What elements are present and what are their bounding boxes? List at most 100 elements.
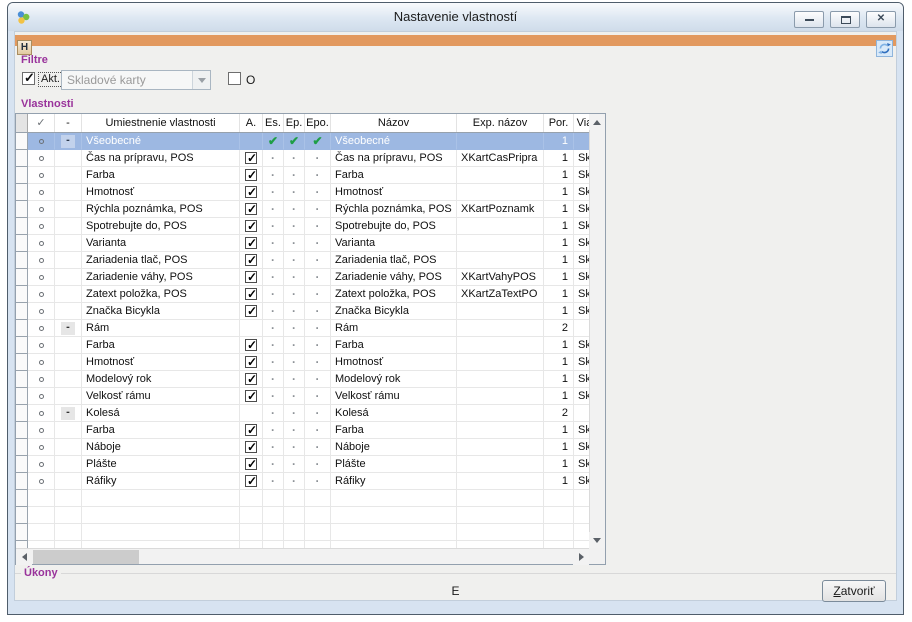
cell-a[interactable]	[240, 439, 263, 456]
grid-row[interactable]: Velkosť rámuVelkosť rámu1Skl	[16, 388, 589, 405]
active-checkbox[interactable]	[245, 203, 257, 215]
active-checkbox[interactable]	[245, 220, 257, 232]
horizontal-scrollbar[interactable]	[16, 548, 589, 564]
header-nazov[interactable]: Názov	[331, 114, 457, 132]
cell-a[interactable]	[240, 167, 263, 184]
header-rowhdr	[16, 114, 28, 132]
active-checkbox[interactable]	[245, 441, 257, 453]
cell-a[interactable]	[240, 286, 263, 303]
active-checkbox[interactable]	[245, 458, 257, 470]
active-checkbox[interactable]	[245, 237, 257, 249]
cell-a[interactable]	[240, 218, 263, 235]
grid-group-row[interactable]: -RámRám2	[16, 320, 589, 337]
close-dialog-button[interactable]: Zatvoriť	[822, 580, 886, 602]
active-checkbox[interactable]	[245, 373, 257, 385]
grid-row[interactable]: RáfikyRáfiky1Skl	[16, 473, 589, 490]
combo-dropdown-button[interactable]	[192, 71, 210, 89]
collapse-icon[interactable]: -	[61, 135, 75, 148]
header-place[interactable]: Umiestnenie vlastnosti	[82, 114, 240, 132]
header-a[interactable]: A.	[240, 114, 263, 132]
grid-row[interactable]: Rýchla poznámka, POSRýchla poznámka, POS…	[16, 201, 589, 218]
cell-a[interactable]	[240, 473, 263, 490]
grid-row[interactable]: Zariadenia tlač, POSZariadenia tlač, POS…	[16, 252, 589, 269]
cell-es	[263, 354, 284, 371]
cell-epo	[305, 286, 331, 303]
scroll-up-button[interactable]	[589, 114, 605, 130]
cell-a[interactable]	[240, 269, 263, 286]
o-checkbox-label[interactable]: O	[246, 73, 255, 87]
cell-a[interactable]	[240, 252, 263, 269]
active-checkbox[interactable]	[245, 186, 257, 198]
scroll-left-button[interactable]	[16, 549, 32, 565]
header-minus[interactable]: -	[55, 114, 82, 132]
grid-row[interactable]: Zariadenie váhy, POSZariadenie váhy, POS…	[16, 269, 589, 286]
scroll-down-button[interactable]	[589, 532, 605, 548]
active-checkbox[interactable]	[245, 390, 257, 402]
collapse-icon[interactable]: -	[61, 407, 75, 420]
grid-row[interactable]: FarbaFarba1Skl	[16, 167, 589, 184]
active-checkbox[interactable]	[245, 424, 257, 436]
grid-row[interactable]: Značka BicyklaZnačka Bicykla1Skl	[16, 303, 589, 320]
o-checkbox[interactable]	[228, 72, 241, 85]
cell-a[interactable]	[240, 150, 263, 167]
active-checkbox[interactable]	[245, 169, 257, 181]
cell-a[interactable]	[240, 388, 263, 405]
grid-row[interactable]: FarbaFarba1Skl	[16, 337, 589, 354]
header-por[interactable]: Por.	[544, 114, 574, 132]
active-checkbox[interactable]	[245, 475, 257, 487]
grid-row[interactable]: Spotrebujte do, POSSpotrebujte do, POS1S…	[16, 218, 589, 235]
cell-a[interactable]	[240, 422, 263, 439]
header-exp[interactable]: Exp. názov	[457, 114, 544, 132]
category-select[interactable]: Skladové karty	[61, 70, 211, 90]
dot-icon	[271, 337, 275, 354]
header-es[interactable]: Es.	[263, 114, 284, 132]
cell-a[interactable]	[240, 235, 263, 252]
check-icon	[268, 133, 278, 150]
cell-a[interactable]	[240, 456, 263, 473]
cell-sel	[28, 507, 55, 524]
cell-place: Kolesá	[82, 405, 240, 422]
header-sel[interactable]: ✓	[28, 114, 55, 132]
cell-a[interactable]	[240, 354, 263, 371]
minimize-button[interactable]	[794, 11, 824, 28]
chevron-right-icon	[579, 553, 584, 561]
grid-row[interactable]: Modelový rokModelový rok1Skl	[16, 371, 589, 388]
active-checkbox[interactable]	[245, 152, 257, 164]
header-via[interactable]: Via	[574, 114, 589, 132]
maximize-button[interactable]	[830, 11, 860, 28]
grid-row[interactable]: VariantaVarianta1Skl	[16, 235, 589, 252]
active-checkbox[interactable]	[245, 339, 257, 351]
cell-a[interactable]	[240, 184, 263, 201]
cell-rowhdr	[16, 286, 28, 303]
close-button[interactable]	[866, 11, 896, 28]
cell-a[interactable]	[240, 201, 263, 218]
grid-row[interactable]: NábojeNáboje1Skl	[16, 439, 589, 456]
cell-a[interactable]	[240, 303, 263, 320]
scroll-right-button[interactable]	[573, 549, 589, 565]
header-epo[interactable]: Epo.	[305, 114, 331, 132]
active-checkbox[interactable]	[245, 271, 257, 283]
active-checkbox[interactable]	[245, 288, 257, 300]
active-checkbox[interactable]	[245, 356, 257, 368]
grid-row[interactable]: FarbaFarba1Skl	[16, 422, 589, 439]
active-checkbox[interactable]	[245, 254, 257, 266]
akt-checkbox-label[interactable]: Akt.	[38, 72, 63, 87]
akt-checkbox[interactable]	[22, 72, 35, 85]
vertical-scrollbar[interactable]	[589, 114, 605, 548]
grid-group-row[interactable]: -VšeobecnéVšeobecné1	[16, 133, 589, 150]
grid-row[interactable]: HmotnosťHmotnosť1Skl	[16, 354, 589, 371]
grid-group-row[interactable]: -KolesáKolesá2	[16, 405, 589, 422]
collapse-icon[interactable]: -	[61, 322, 75, 335]
dot-icon	[292, 184, 296, 201]
refresh-button[interactable]	[876, 40, 893, 57]
header-ep[interactable]: Ep.	[284, 114, 305, 132]
grid-row[interactable]: Zatext položka, POSZatext položka, POSXK…	[16, 286, 589, 303]
cell-a[interactable]	[240, 337, 263, 354]
grid-row[interactable]: HmotnosťHmotnosť1Skl	[16, 184, 589, 201]
grid-row[interactable]: PláštePlášte1Skl	[16, 456, 589, 473]
cell-a[interactable]	[240, 371, 263, 388]
active-checkbox[interactable]	[245, 305, 257, 317]
h-toolbar-button[interactable]: H	[17, 40, 32, 55]
horizontal-scroll-thumb[interactable]	[33, 550, 139, 564]
grid-row[interactable]: Čas na prípravu, POSČas na prípravu, POS…	[16, 150, 589, 167]
